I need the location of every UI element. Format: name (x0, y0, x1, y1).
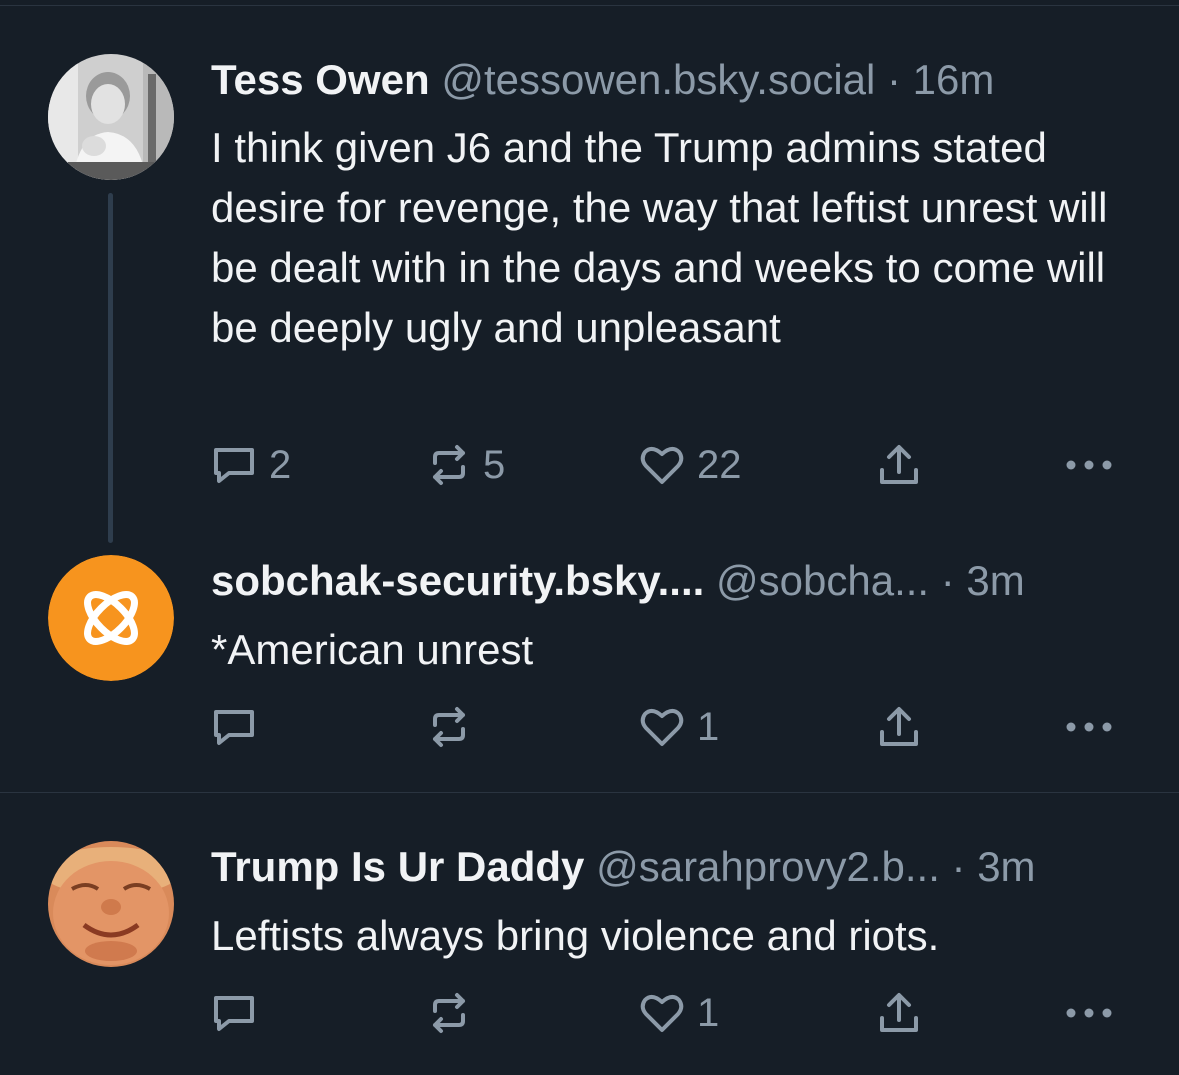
reply-icon (214, 710, 254, 745)
author-handle[interactable]: @sarahprovy2.b... (596, 843, 940, 890)
post-header: Tess Owen @tessowen.bsky.social · 16m (211, 55, 1131, 105)
post-header: sobchak-security.bsky.... @sobcha... · 3… (211, 556, 1131, 606)
post-text: I think given J6 and the Trump admins st… (211, 124, 1108, 351)
author-name[interactable]: sobchak-security.bsky.... (211, 557, 704, 604)
post-header: Trump Is Ur Daddy @sarahprovy2.b... · 3m (211, 842, 1131, 892)
post-actions: 2 5 22 (211, 440, 1131, 490)
post-actions: 1 (211, 702, 1131, 752)
avatar[interactable] (48, 841, 174, 967)
reply-button[interactable] (211, 988, 269, 1038)
more-icon (1066, 460, 1112, 470)
avatar[interactable] (48, 555, 174, 681)
author-handle[interactable]: @tessowen.bsky.social (441, 56, 875, 103)
post-time[interactable]: · 3m (952, 843, 1036, 890)
like-count: 22 (697, 442, 742, 487)
like-count: 1 (697, 990, 720, 1035)
like-button[interactable]: 22 (639, 440, 742, 490)
share-icon (880, 707, 918, 746)
share-button[interactable] (877, 702, 921, 752)
repost-button[interactable] (427, 702, 483, 752)
like-icon (640, 995, 684, 1032)
author-name[interactable]: Tess Owen (211, 56, 430, 103)
more-button[interactable] (1064, 440, 1114, 490)
post-actions: 1 (211, 988, 1131, 1038)
share-icon (880, 445, 918, 484)
share-button[interactable] (877, 988, 921, 1038)
like-icon (640, 447, 684, 484)
more-icon (1066, 722, 1112, 732)
reply-icon (214, 448, 254, 483)
share-icon (880, 993, 918, 1032)
like-count: 1 (697, 704, 720, 749)
reply-button[interactable]: 2 (211, 440, 291, 490)
repost-icon (433, 993, 465, 1033)
more-button[interactable] (1064, 988, 1114, 1038)
more-icon (1066, 1008, 1112, 1018)
thread-connector (108, 193, 113, 543)
repost-icon (433, 445, 465, 485)
avatar[interactable] (48, 54, 174, 180)
divider (0, 5, 1179, 6)
like-button[interactable]: 1 (639, 988, 719, 1038)
thread-view: Tess Owen @tessowen.bsky.social · 16m I … (0, 0, 1179, 1075)
reply-icon (214, 996, 254, 1031)
repost-count: 5 (483, 442, 506, 487)
post-text: *American unrest (211, 626, 534, 673)
divider (0, 792, 1179, 793)
reply-count: 2 (269, 442, 292, 487)
more-button[interactable] (1064, 702, 1114, 752)
share-button[interactable] (877, 440, 921, 490)
like-icon (640, 709, 684, 746)
repost-button[interactable]: 5 (427, 440, 505, 490)
reply-button[interactable] (211, 702, 269, 752)
repost-button[interactable] (427, 988, 483, 1038)
post-time[interactable]: · 16m (887, 56, 994, 103)
author-handle[interactable]: @sobcha... (716, 557, 929, 604)
repost-icon (433, 707, 465, 747)
post-text: Leftists always bring violence and riots… (211, 912, 940, 959)
post-time[interactable]: · 3m (941, 557, 1025, 604)
like-button[interactable]: 1 (639, 702, 719, 752)
author-name[interactable]: Trump Is Ur Daddy (211, 843, 584, 890)
